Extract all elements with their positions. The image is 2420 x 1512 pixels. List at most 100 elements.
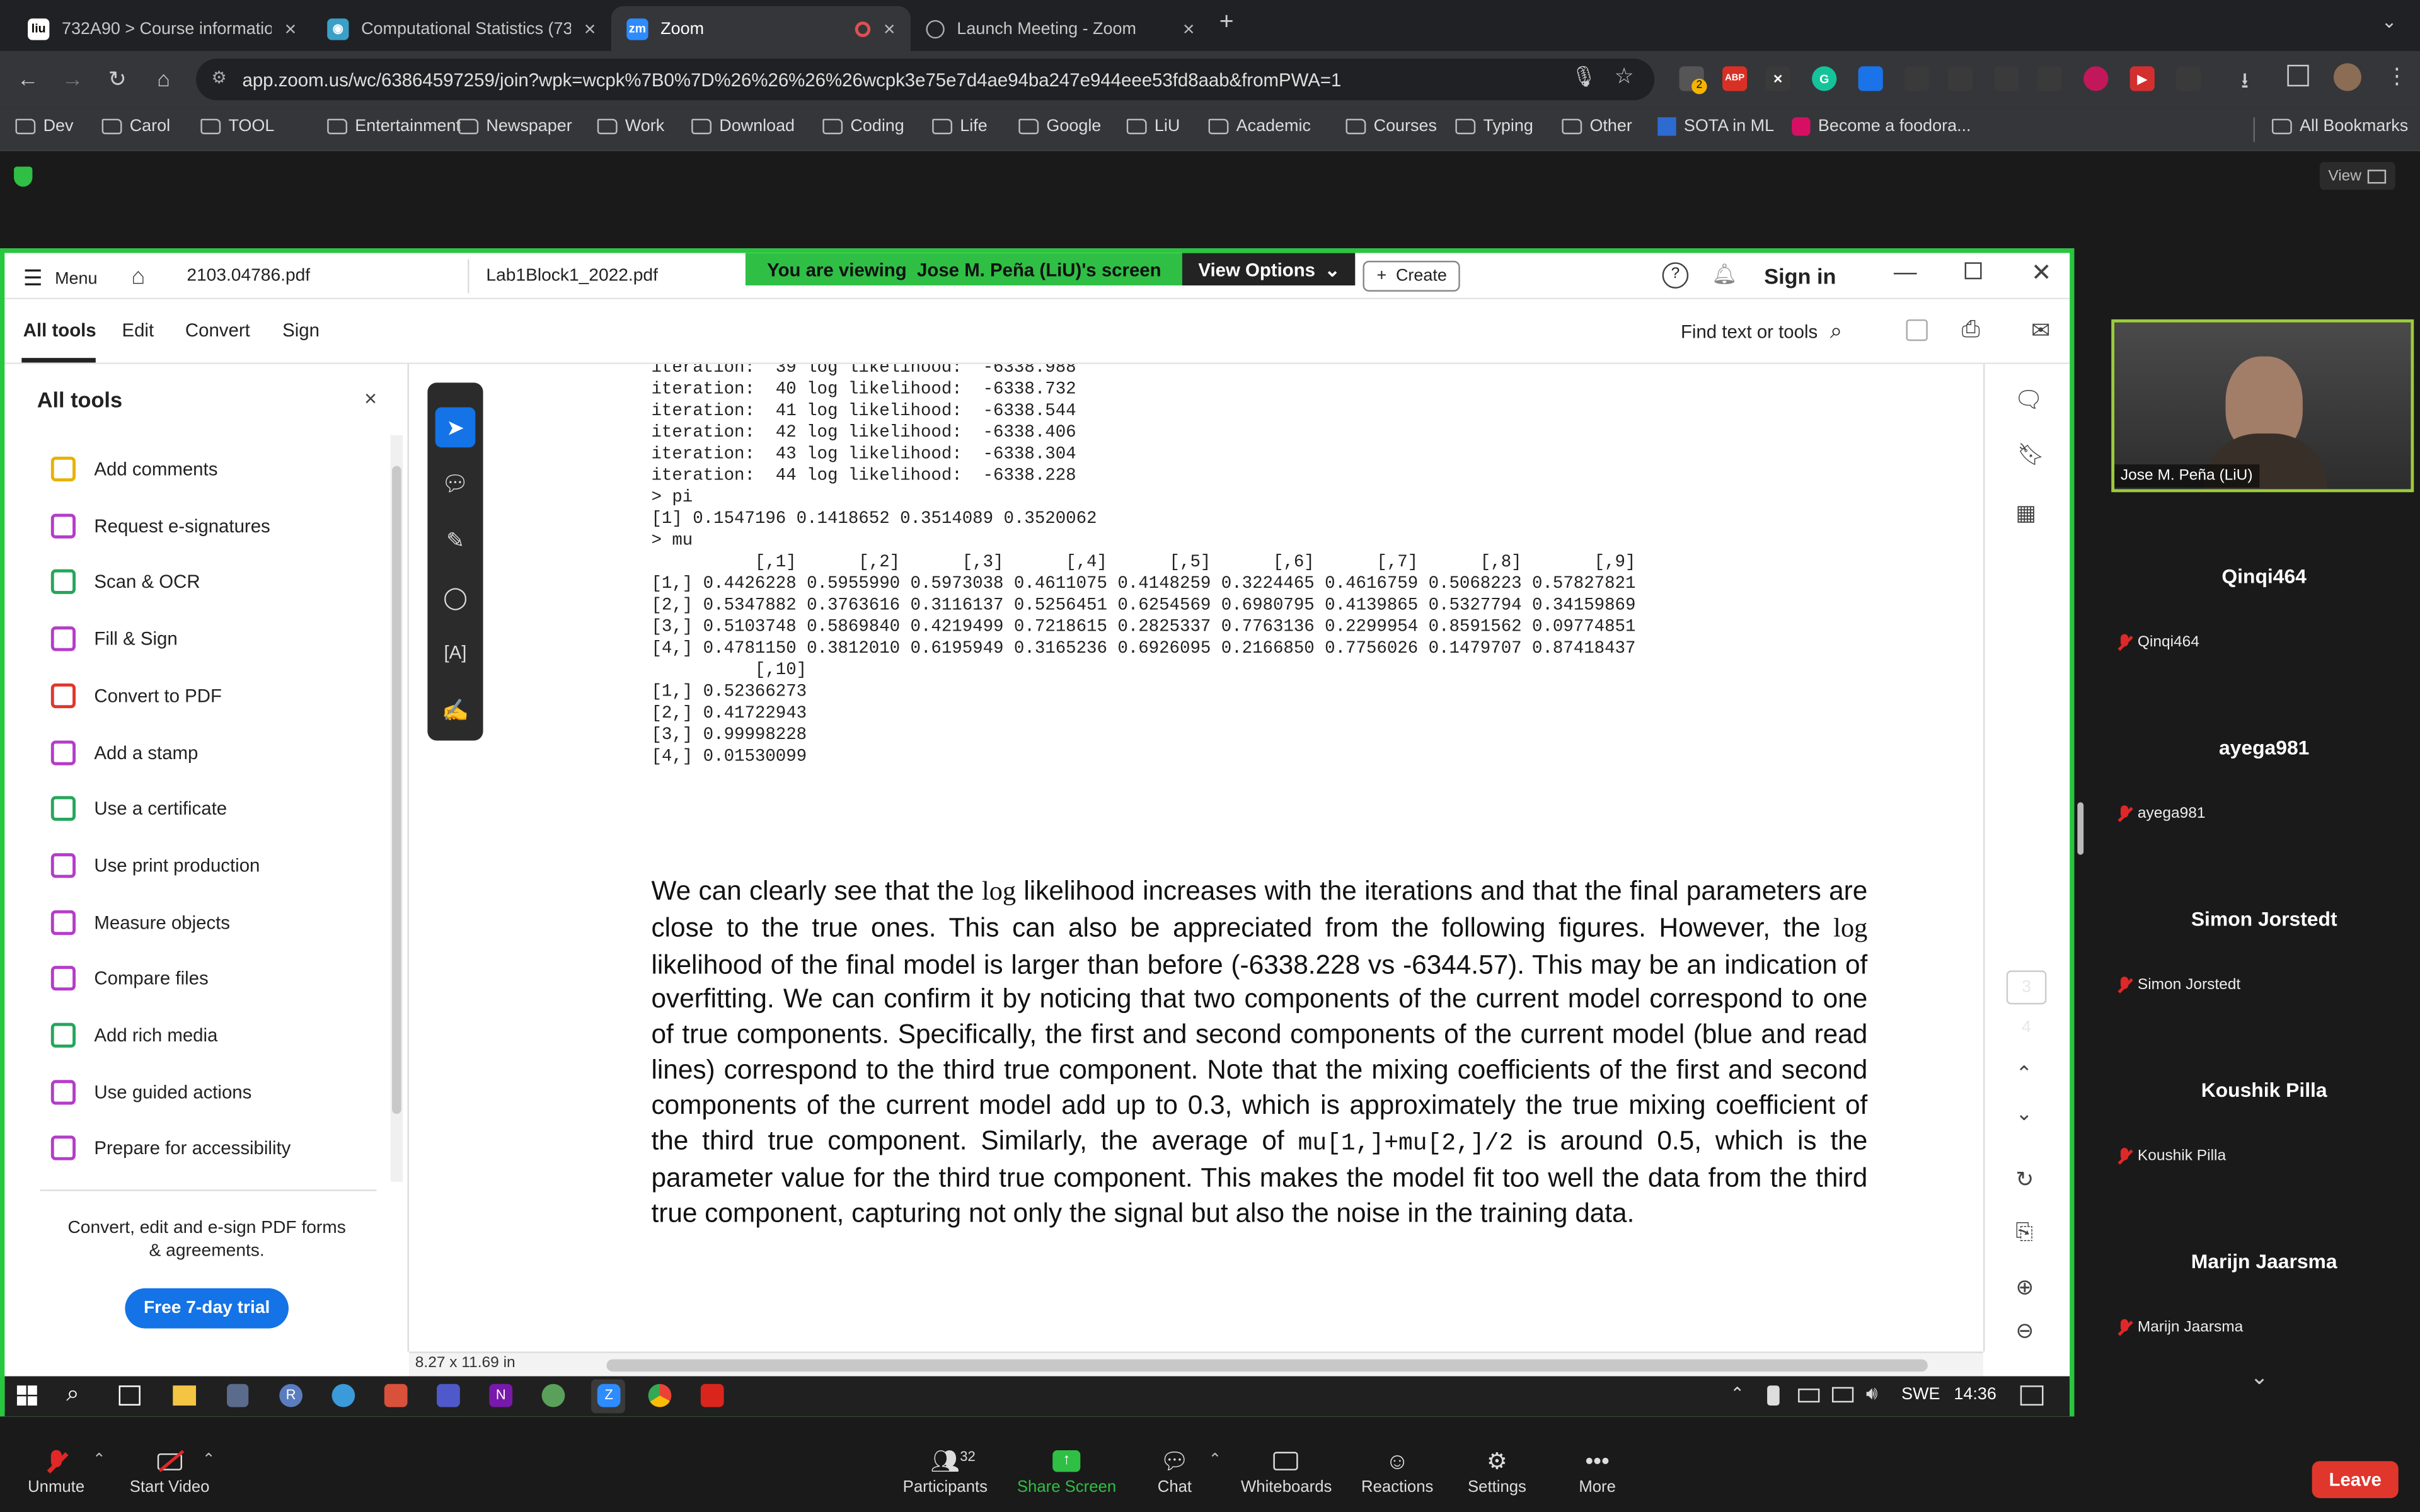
settings-button[interactable]: ⚙ Settings [1468, 1447, 1526, 1497]
lasso-icon[interactable]: ◯ [435, 577, 476, 617]
bookmark-item[interactable]: Newspaper [458, 117, 572, 136]
network-icon[interactable] [1831, 1387, 1854, 1403]
page-up-icon[interactable]: ⌃ [2015, 1062, 2032, 1086]
r-app-icon[interactable]: R [279, 1383, 303, 1407]
current-page-number[interactable]: 3 [2006, 970, 2047, 1005]
bookmark-item[interactable]: Coding [822, 117, 904, 136]
add-comment-icon[interactable]: 💬︎ [435, 463, 476, 503]
close-icon[interactable]: × [884, 17, 896, 40]
brave-icon[interactable] [384, 1383, 408, 1407]
app-icon[interactable] [331, 1383, 355, 1407]
battery-icon[interactable] [1798, 1389, 1820, 1403]
bookmark-item[interactable]: Life [932, 117, 988, 136]
participant-name[interactable]: Koushik Pilla [2114, 1079, 2414, 1102]
page-number[interactable]: 4 [2007, 1018, 2047, 1036]
back-icon[interactable]: ← [11, 62, 45, 96]
usb-icon[interactable] [1767, 1385, 1780, 1406]
audio-options-chevron-icon[interactable]: ⌃ [93, 1452, 106, 1469]
tray-chevron-icon[interactable]: ⌃ [1730, 1384, 1744, 1404]
bookmark-item[interactable]: Google [1018, 117, 1101, 136]
search-icon[interactable]: ⌕ [66, 1381, 79, 1407]
find-tools[interactable]: Find text or tools ⌕ [1681, 318, 1842, 344]
participant-name[interactable]: Simon Jorstedt [2114, 907, 2414, 931]
all-bookmarks-button[interactable]: All Bookmarks [2271, 117, 2408, 136]
glasses-icon[interactable] [1947, 66, 1973, 91]
clock[interactable]: 14:36 [1954, 1385, 1996, 1404]
leave-button[interactable]: Leave [2312, 1461, 2399, 1498]
gallery-scroll-down-icon[interactable]: ⌄ [2250, 1364, 2269, 1390]
doc-tab[interactable]: 2103.04786.pdf [187, 267, 310, 285]
security-shield-icon[interactable] [14, 166, 33, 187]
tool-item[interactable]: Add comments [50, 456, 218, 482]
tab-all-tools[interactable]: All tools [23, 319, 96, 341]
zoom-out-icon[interactable]: ⊖ [2015, 1317, 2034, 1344]
zoom-in-icon[interactable]: ⊕ [2015, 1274, 2034, 1301]
scroll-thumb[interactable] [606, 1359, 1928, 1372]
active-speaker-video[interactable]: Jose M. Peña (LiU) [2111, 319, 2414, 493]
participant-name[interactable]: Qinqi464 [2114, 564, 2414, 588]
page-extract-icon[interactable]: ⎘ [2015, 1219, 2032, 1246]
sign-icon[interactable]: ✍ [435, 690, 476, 730]
copy-icon[interactable] [2037, 66, 2062, 91]
tab-convert[interactable]: Convert [185, 319, 250, 341]
chat-button[interactable]: 💬︎ Chat [1158, 1447, 1192, 1497]
participant-name[interactable]: Marijn Jaarsma [2114, 1250, 2414, 1273]
menu-button[interactable]: ☰ Menu [23, 265, 98, 292]
new-tab-icon[interactable]: + [1219, 9, 1234, 37]
browser-tab[interactable]: Launch Meeting - Zoom × [911, 6, 1210, 51]
tool-item[interactable]: Add a stamp [50, 740, 199, 765]
tab-sign[interactable]: Sign [282, 319, 320, 341]
snowflake-icon[interactable] [2083, 66, 2109, 91]
participant-name[interactable]: ayega981 [2114, 736, 2414, 759]
doc-tab[interactable]: Lab1Block1_2022.pdf [486, 267, 657, 285]
address-bar[interactable]: ⚙ app.zoom.us/wc/63864597259/join?wpk=wc… [196, 59, 1655, 101]
document-icon[interactable] [1994, 66, 2019, 91]
language-indicator[interactable]: SWE [1901, 1385, 1940, 1404]
forward-icon[interactable]: → [55, 62, 89, 96]
download-icon[interactable]: ⭳ [2241, 65, 2249, 102]
close-icon[interactable]: × [285, 17, 297, 40]
zoom-taskbar-item[interactable]: Z [591, 1379, 625, 1414]
tool-item[interactable]: Use guided actions [50, 1079, 252, 1104]
highlight-pen-icon[interactable]: ✎ [435, 520, 476, 560]
share-screen-button[interactable]: ↑ Share Screen [1017, 1447, 1116, 1497]
app-icon[interactable] [227, 1383, 249, 1407]
bookmark-item[interactable]: TOOL [200, 117, 274, 136]
x-extension-icon[interactable]: ✕ [1765, 66, 1790, 91]
gallery-resize-handle[interactable] [2077, 802, 2084, 855]
kebab-menu-icon[interactable]: ⋮ [2386, 63, 2407, 89]
scroll-thumb[interactable] [392, 466, 401, 1114]
windows-start-icon[interactable] [16, 1385, 37, 1406]
file-explorer-icon[interactable] [173, 1385, 197, 1406]
bookmark-item[interactable]: Carol [101, 117, 170, 136]
bookmark-item[interactable]: Other [1562, 117, 1632, 136]
tool-item[interactable]: Add rich media [50, 1022, 218, 1048]
bookmark-star-icon[interactable]: ☆ [1615, 63, 1634, 89]
tool-item[interactable]: Measure objects [50, 909, 230, 935]
rotate-icon[interactable]: ↻ [2015, 1166, 2034, 1193]
print-icon[interactable]: ⎙ [1962, 316, 1980, 343]
help-icon[interactable]: ? [1662, 262, 1689, 289]
tool-item[interactable]: Prepare for accessibility [50, 1136, 291, 1161]
tool-item[interactable]: Use a certificate [50, 796, 227, 822]
close-icon[interactable]: × [1183, 17, 1195, 40]
restore-icon[interactable] [1964, 262, 1982, 280]
video-extension-icon[interactable]: ▶ [2129, 66, 2155, 91]
tab-search-chevron-icon[interactable]: ⌄ [2382, 11, 2397, 32]
bookmark-item[interactable]: SOTA in ML [1657, 117, 1774, 136]
teams-icon[interactable] [437, 1383, 460, 1407]
view-options-button[interactable]: View Options ⌄ [1182, 253, 1356, 286]
email-icon[interactable]: ✉ [2031, 316, 2051, 344]
translate-icon[interactable] [1858, 66, 1883, 91]
bookmark-item[interactable]: Academic [1208, 117, 1311, 136]
tab-edit[interactable]: Edit [122, 319, 154, 341]
microphone-icon[interactable]: 🎙 [1571, 65, 1596, 89]
thumbnails-grid-icon[interactable]: ▦ [2015, 500, 2036, 526]
tool-item[interactable]: Scan & OCR [50, 570, 200, 595]
chrome-icon[interactable] [648, 1383, 672, 1407]
sign-in-button[interactable]: Sign in [1764, 264, 1836, 289]
site-info-icon[interactable]: ⚙ [212, 68, 227, 88]
close-icon[interactable]: × [584, 17, 596, 40]
notifications-icon[interactable] [2020, 1385, 2044, 1406]
free-trial-button[interactable]: Free 7-day trial [125, 1288, 289, 1329]
